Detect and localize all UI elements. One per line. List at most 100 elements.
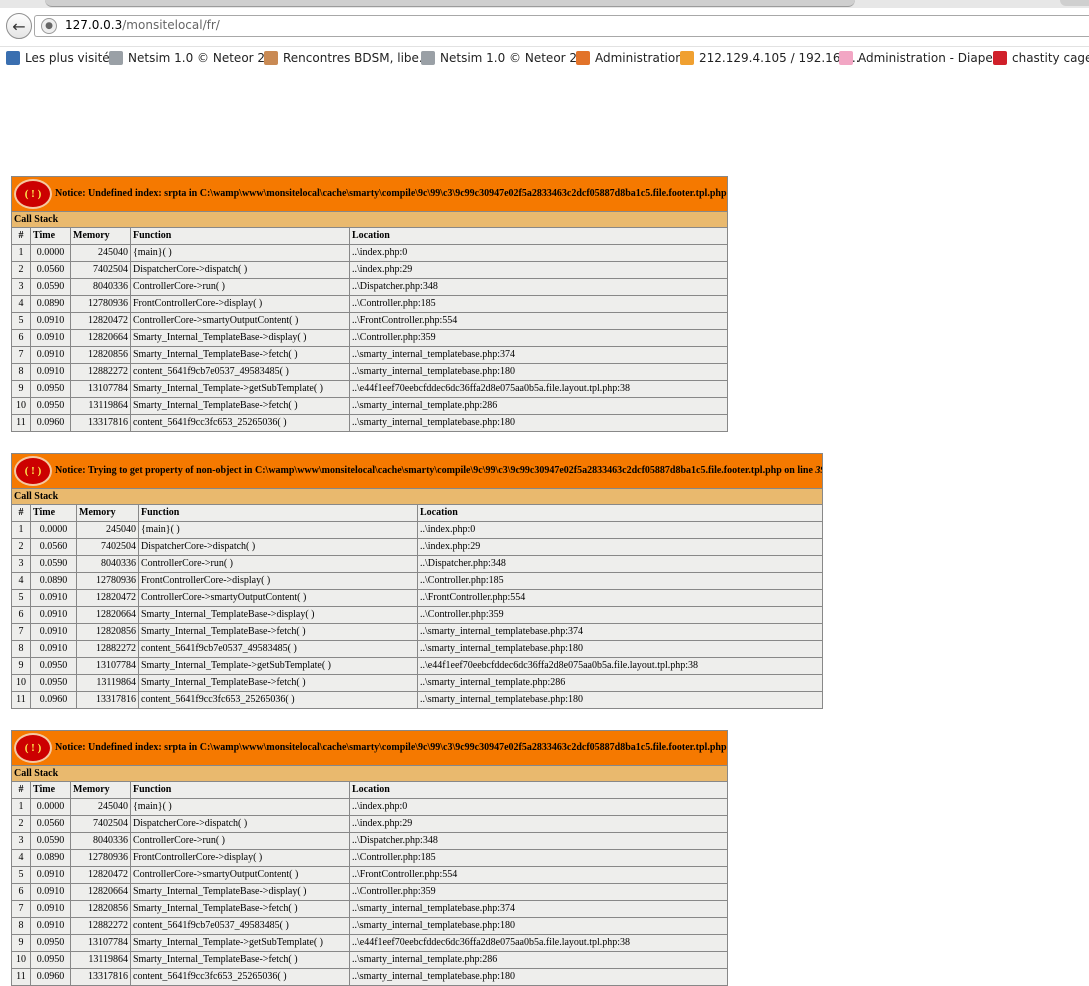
column-header: Time [30, 504, 77, 523]
stack-cell-fn: content_5641f9cb7e0537_49583485( ) [130, 917, 350, 936]
bookmark-label: 212.129.4.105 / 192.168... [699, 51, 860, 65]
stack-cell-loc: ..\Dispatcher.php:348 [348, 832, 729, 851]
bookmark-item[interactable]: Les plus visités [6, 51, 116, 65]
stack-cell-fn: Smarty_Internal_TemplateBase->fetch( ) [130, 346, 350, 365]
stack-cell-fn: {main}( ) [130, 244, 350, 263]
stack-cell-num: 4 [11, 572, 31, 591]
stack-cell-num: 4 [11, 295, 31, 314]
stack-cell-loc: ..\Controller.php:359 [348, 329, 729, 348]
bookmark-item[interactable]: Administration [576, 51, 683, 65]
stack-row: 6 0.0910 12820664 Smarty_Internal_TemplateB… [11, 329, 729, 348]
stack-cell-time: 0.0590 [30, 555, 77, 574]
stack-cell-time: 0.0910 [30, 623, 77, 642]
stack-row: 3 0.0590 8040336 ControllerCore->run( ) ..\D… [11, 555, 824, 574]
column-header: Location [348, 781, 729, 800]
back-button[interactable]: ← [6, 13, 32, 39]
stack-cell-loc: ..\index.php:0 [348, 798, 729, 817]
stack-cell-loc: ..\smarty_internal_templatebase.php:180 [348, 363, 729, 382]
stack-cell-mem: 12820856 [70, 900, 131, 919]
stack-row: 6 0.0910 12820664 Smarty_Internal_TemplateB… [11, 883, 729, 902]
stack-cell-num: 2 [11, 261, 31, 280]
stack-cell-loc: ..\smarty_internal_templatebase.php:374 [416, 623, 824, 642]
site-photo-icon [264, 51, 278, 65]
stack-cell-fn: Smarty_Internal_TemplateBase->display( ) [130, 883, 350, 902]
stack-cell-time: 0.0910 [30, 883, 71, 902]
call-stack-title: Call Stack [10, 765, 729, 783]
stack-cell-mem: 245040 [70, 798, 131, 817]
back-arrow-icon: ← [12, 16, 26, 36]
stack-cell-fn: Smarty_Internal_Template->getSubTemplate… [130, 934, 350, 953]
stack-cell-loc: ..\smarty_internal_templatebase.php:180 [348, 917, 729, 936]
stack-cell-fn: Smarty_Internal_TemplateBase->fetch( ) [138, 674, 418, 693]
stack-cell-time: 0.0950 [30, 380, 71, 399]
site-identity-icon[interactable]: ● [41, 18, 57, 34]
stack-cell-mem: 7402504 [70, 815, 131, 834]
stack-cell-num: 10 [11, 674, 31, 693]
address-bar[interactable]: ● 127.0.0.3/monsitelocal/fr/ [34, 15, 1089, 37]
stack-cell-loc: ..\Controller.php:359 [416, 606, 824, 625]
error-block: ( ! ) Notice: Undefined index: srpta in C… [10, 729, 729, 986]
stack-cell-loc: ..\Dispatcher.php:348 [416, 555, 824, 574]
stack-cell-mem: 12820472 [76, 589, 139, 608]
stack-cell-fn: ControllerCore->run( ) [138, 555, 418, 574]
stack-cell-num: 6 [11, 883, 31, 902]
stack-row: 5 0.0910 12820472 ControllerCore->smartyOut… [11, 312, 729, 331]
stack-cell-time: 0.0960 [30, 968, 71, 986]
stack-cell-mem: 12820856 [70, 346, 131, 365]
stack-cell-mem: 8040336 [76, 555, 139, 574]
stack-cell-fn: Smarty_Internal_TemplateBase->fetch( ) [138, 623, 418, 642]
column-header: # [11, 781, 31, 800]
stack-cell-loc: ..\FrontController.php:554 [348, 866, 729, 885]
column-header: Memory [76, 504, 139, 523]
stack-cell-mem: 12882272 [76, 640, 139, 659]
stack-cell-time: 0.0560 [30, 538, 77, 557]
stack-cell-fn: Smarty_Internal_Template->getSubTemplate… [130, 380, 350, 399]
stack-cell-num: 11 [11, 414, 31, 433]
stack-cell-mem: 13317816 [70, 968, 131, 986]
bookmark-item[interactable]: Administration - Diape... [839, 51, 1004, 65]
error-header: ( ! ) Notice: Undefined index: srpta in C… [10, 175, 729, 213]
bookmark-item[interactable]: Netsim 1.0 © Neteor 2... [109, 51, 276, 65]
bookmark-item[interactable]: Rencontres BDSM, libe... [264, 51, 430, 65]
stack-cell-fn: ControllerCore->smartyOutputContent( ) [138, 589, 418, 608]
stack-cell-time: 0.0560 [30, 815, 71, 834]
stack-cell-mem: 12820472 [70, 866, 131, 885]
netsim-icon [109, 51, 123, 65]
stack-cell-num: 5 [11, 312, 31, 331]
stack-cell-num: 11 [11, 968, 31, 986]
stack-cell-loc: ..\smarty_internal_templatebase.php:180 [416, 640, 824, 659]
stack-cell-loc: ..\smarty_internal_templatebase.php:374 [348, 346, 729, 365]
bookmark-item[interactable]: Netsim 1.0 © Neteor 2... [421, 51, 588, 65]
error-header: ( ! ) Notice: Trying to get property of n… [10, 452, 824, 490]
error-level: Notice [55, 742, 83, 753]
bookmark-item[interactable]: chastity cage [993, 51, 1089, 65]
stack-cell-mem: 12820664 [70, 883, 131, 902]
stack-cell-time: 0.0890 [30, 295, 71, 314]
stack-row: 3 0.0590 8040336 ControllerCore->run( ) ..\D… [11, 278, 729, 297]
window-control[interactable] [1060, 0, 1089, 6]
call-stack-title: Call Stack [10, 211, 729, 229]
bookmark-label: Administration - Diape... [858, 51, 1005, 65]
stack-cell-mem: 13107784 [70, 380, 131, 399]
stack-row: 2 0.0560 7402504 DispatcherCore->dispatch( … [11, 261, 729, 280]
stack-cell-fn: Smarty_Internal_TemplateBase->display( ) [130, 329, 350, 348]
stack-cell-num: 5 [11, 866, 31, 885]
cart-icon [993, 51, 1007, 65]
bookmark-item[interactable]: 212.129.4.105 / 192.168... [680, 51, 860, 65]
stack-cell-mem: 7402504 [76, 538, 139, 557]
stack-cell-fn: content_5641f9cb7e0537_49583485( ) [138, 640, 418, 659]
error-exclamation-icon: ( ! ) [14, 733, 52, 763]
stack-cell-num: 1 [11, 798, 31, 817]
column-header: Function [138, 504, 418, 523]
stack-cell-time: 0.0910 [30, 917, 71, 936]
diaporama-icon [839, 51, 853, 65]
bookmark-label: Administration [595, 51, 683, 65]
stack-cell-loc: ..\e44f1eef70eebcfddec6dc36ffa2d8e075aa0… [348, 934, 729, 953]
stack-cell-loc: ..\smarty_internal_template.php:286 [348, 397, 729, 416]
stack-cell-loc: ..\e44f1eef70eebcfddec6dc36ffa2d8e075aa0… [348, 380, 729, 399]
stack-cell-num: 10 [11, 397, 31, 416]
column-header: Time [30, 781, 71, 800]
stack-cell-loc: ..\Controller.php:359 [348, 883, 729, 902]
stack-row: 4 0.0890 12780936 FrontControllerCore->disp… [11, 849, 729, 868]
stack-cell-fn: DispatcherCore->dispatch( ) [130, 815, 350, 834]
